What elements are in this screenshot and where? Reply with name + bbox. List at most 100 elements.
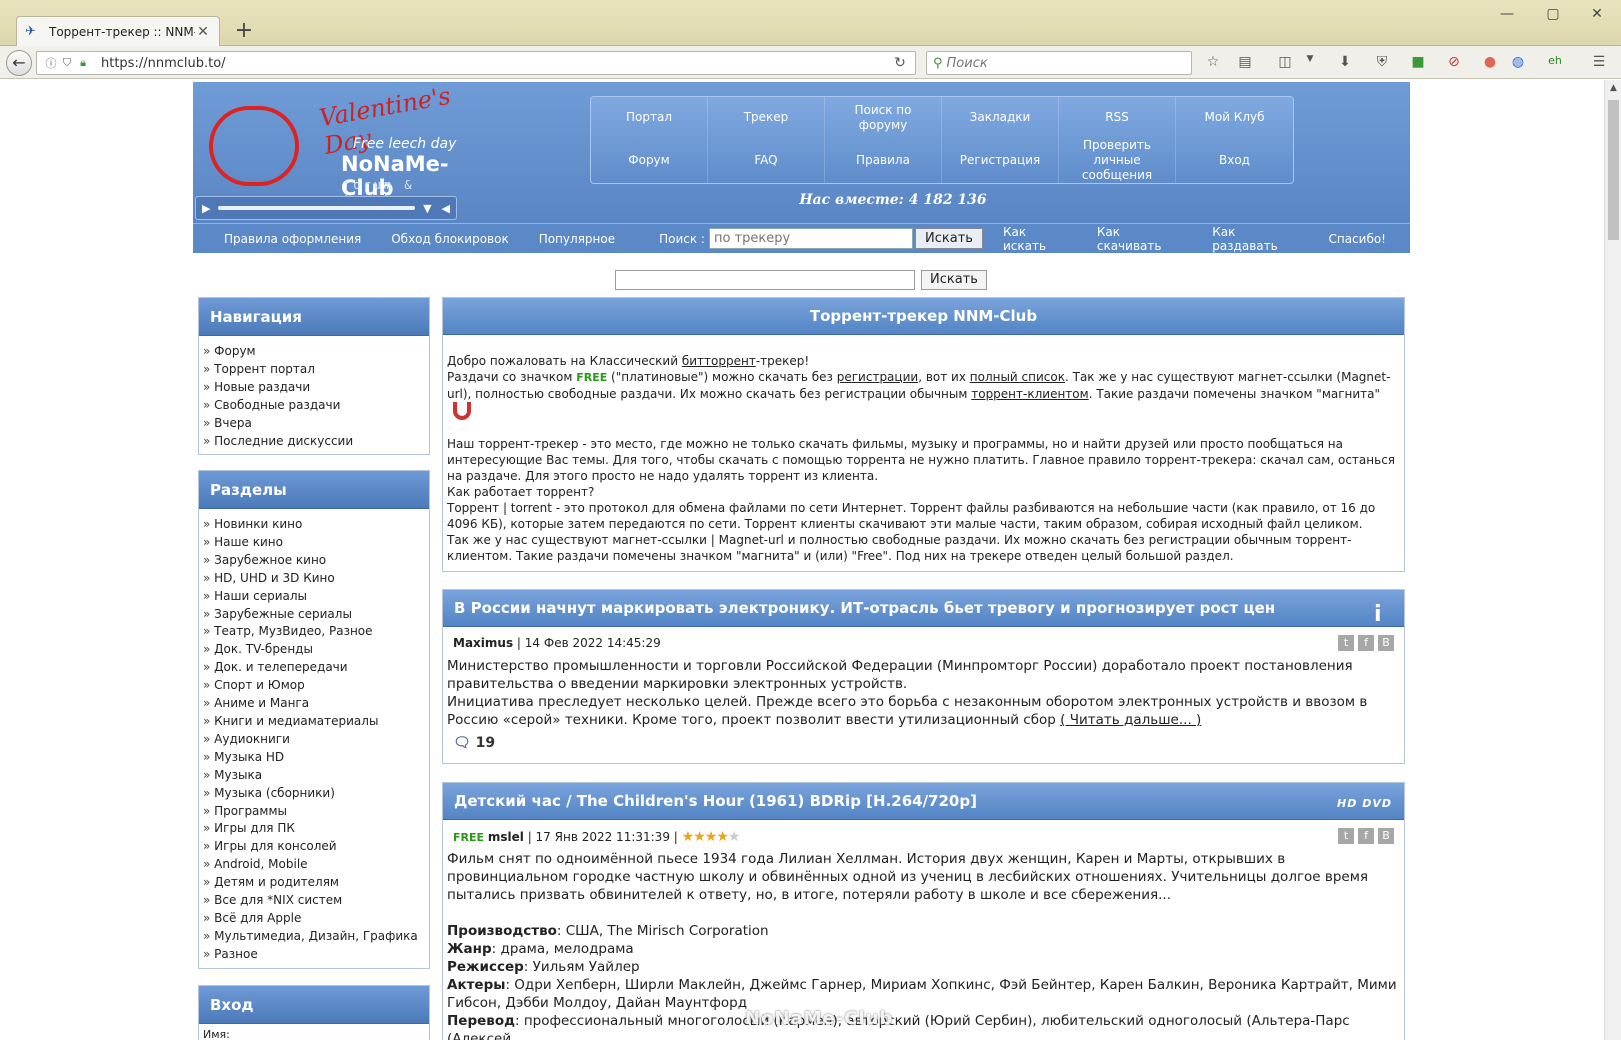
sidebar-section-item-2[interactable]: Зарубежное кино [203,552,425,570]
nav-tracker[interactable]: Трекер [708,97,825,138]
release-title-text[interactable]: Детский час / The Children's Hour (1961)… [454,792,977,810]
maximize-icon[interactable]: ▢ [1538,6,1568,26]
sidebar-section-item-14[interactable]: Музыка [203,767,425,785]
sidebar-section-item-13[interactable]: Музыка HD [203,749,425,767]
browser-tab[interactable]: ✈ Торрент-трекер :: NNM-Club ✕ [16,16,220,47]
extension-blocked-icon[interactable]: ⊘ [1444,54,1464,72]
nav-forum-search[interactable]: Поиск по форуму [825,97,942,138]
sidebar-section-item-19[interactable]: Android, Mobile [203,856,425,874]
twitter-icon[interactable]: t [1338,635,1354,651]
sidebar-section-item-0[interactable]: Новинки кино [203,516,425,534]
download-icon[interactable]: ⬇ [1335,54,1355,72]
comments-count[interactable]: 🗨︎ 19 [443,729,1404,757]
release-title[interactable]: Детский час / The Children's Hour (1961)… [443,783,1404,820]
subnav-formatting-rules[interactable]: Правила оформления [224,232,361,246]
sidebar-section-item-23[interactable]: Мультимедиа, Дизайн, Графика [203,928,425,946]
sidebar-nav-item-0[interactable]: Форум [203,343,425,361]
sidebar-nav-item-5[interactable]: Последние дискуссии [203,433,425,451]
browser-search-box[interactable]: ⚲ [926,51,1192,75]
facebook-icon[interactable]: f [1358,828,1374,844]
subnav-bypass-blocking[interactable]: Обход блокировок [391,232,508,246]
close-tab-icon[interactable]: ✕ [195,24,211,40]
sidebar-nav-item-4[interactable]: Вчера [203,415,425,433]
globe-icon[interactable]: ◍ [1508,54,1528,72]
extension-badge-icon[interactable]: ● [1480,54,1500,72]
dropdown-chevron-icon[interactable]: ▼ [423,202,431,215]
bittorrent-link[interactable]: битторрент [682,354,756,368]
minimize-icon[interactable]: — [1492,6,1522,26]
sidebar-section-item-3[interactable]: HD, UHD и 3D Кино [203,570,425,588]
nav-login[interactable]: Вход [1176,138,1293,183]
new-tab-icon[interactable]: + [232,20,256,44]
subnav-how-to-search[interactable]: Как искать [1003,225,1073,253]
read-more-link[interactable]: ( Читать дальше... ) [1060,712,1201,728]
tracker-search-input[interactable] [708,228,913,249]
info-icon[interactable]: ⓘ [43,55,59,71]
nav-rules[interactable]: Правила [825,138,942,183]
full-list-link[interactable]: полный список [970,370,1065,384]
subnav-how-to-seed[interactable]: Как раздавать [1212,225,1304,253]
hamburger-menu-icon[interactable]: ☰ [1589,54,1609,72]
nav-check-messages[interactable]: Проверить личные сообщения [1059,138,1176,183]
twitter-icon[interactable]: t [1338,828,1354,844]
sidebar-nav-item-1[interactable]: Торрент портал [203,361,425,379]
sidebar-nav-item-2[interactable]: Новые раздачи [203,379,425,397]
nav-register[interactable]: Регистрация [942,138,1059,183]
shield-icon[interactable]: ⛉ [59,56,75,70]
close-window-icon[interactable]: ✕ [1582,6,1612,26]
back-arrow-icon[interactable]: ← [6,50,32,76]
release-author[interactable]: mslel [488,830,524,844]
sidebar-section-item-17[interactable]: Игры для ПК [203,820,425,838]
sidebar-section-item-1[interactable]: Наше кино [203,534,425,552]
news-author[interactable]: Maximus [453,636,513,650]
sidebar-section-item-21[interactable]: Все для *NIX систем [203,892,425,910]
sidebar-section-item-15[interactable]: Музыка (сборники) [203,785,425,803]
vk-icon[interactable]: B [1378,828,1394,844]
site-search-button[interactable]: Искать [921,270,987,290]
ublock-icon[interactable]: ⛨ [1372,54,1392,72]
sidebar-section-item-12[interactable]: Аудиокниги [203,731,425,749]
sidebar-section-item-4[interactable]: Наши сериалы [203,588,425,606]
sidebar-section-item-16[interactable]: Программы [203,803,425,821]
site-logo[interactable]: Valentine's Day Free leech day NoNaMe-Cl… [203,82,463,206]
news-title[interactable]: В России начнут маркировать электронику.… [443,590,1404,627]
sidebar-section-item-11[interactable]: Книги и медиаматериалы [203,713,425,731]
sidebar-section-item-20[interactable]: Детям и родителям [203,874,425,892]
address-bar[interactable]: ⓘ ⛉ 🔒︎ https://nnmclub.to/ ↻ [36,51,916,75]
player-progress-track[interactable] [218,206,416,210]
sidebar-section-item-18[interactable]: Игры для консолей [203,838,425,856]
sidebar-section-item-10[interactable]: Аниме и Манга [203,695,425,713]
sidebar-section-item-8[interactable]: Док. и телепередачи [203,659,425,677]
nav-forum[interactable]: Форум [591,138,708,183]
dropdown-chevron-icon[interactable]: ▼ [1300,54,1320,72]
sidebar-section-item-7[interactable]: Док. TV-бренды [203,641,425,659]
sidebar-section-item-9[interactable]: Спорт и Юмор [203,677,425,695]
subnav-thanks[interactable]: Спасибо! [1328,232,1386,246]
registration-link[interactable]: регистрации [837,370,918,384]
extension-green-icon[interactable]: ■ [1408,54,1428,72]
torrent-client-link[interactable]: торрент-клиентом [971,387,1088,401]
nav-bookmarks[interactable]: Закладки [942,97,1059,138]
nav-my-club[interactable]: Мой Клуб [1176,97,1293,138]
nav-rss[interactable]: RSS [1059,97,1176,138]
subnav-how-to-download[interactable]: Как скачивать [1097,225,1188,253]
facebook-icon[interactable]: f [1358,635,1374,651]
sidebar-section-item-24[interactable]: Разное [203,946,425,964]
tracker-search-button[interactable]: Искать [914,228,983,249]
extension-eh-icon[interactable]: eh [1545,54,1565,72]
subnav-popular[interactable]: Популярное [539,232,615,246]
nav-portal[interactable]: Портал [591,97,708,138]
sidebar-nav-item-3[interactable]: Свободные раздачи [203,397,425,415]
scroll-thumb[interactable] [1608,100,1619,240]
nav-faq[interactable]: FAQ [708,138,825,183]
sidebar-section-item-6[interactable]: Театр, МузВидео, Разное [203,623,425,641]
vk-icon[interactable]: B [1378,635,1394,651]
page-scrollbar[interactable]: ▲ [1604,80,1621,1040]
sidebar-section-item-5[interactable]: Зарубежные сериалы [203,606,425,624]
news-title-text[interactable]: В России начнут маркировать электронику.… [454,599,1275,617]
screenshot-icon[interactable]: ◫ [1275,54,1295,72]
browser-search-input[interactable] [946,55,1167,71]
url-text[interactable]: https://nnmclub.to/ [101,56,891,71]
reading-list-icon[interactable]: ▤ [1235,54,1255,72]
sidebar-section-item-22[interactable]: Всё для Apple [203,910,425,928]
